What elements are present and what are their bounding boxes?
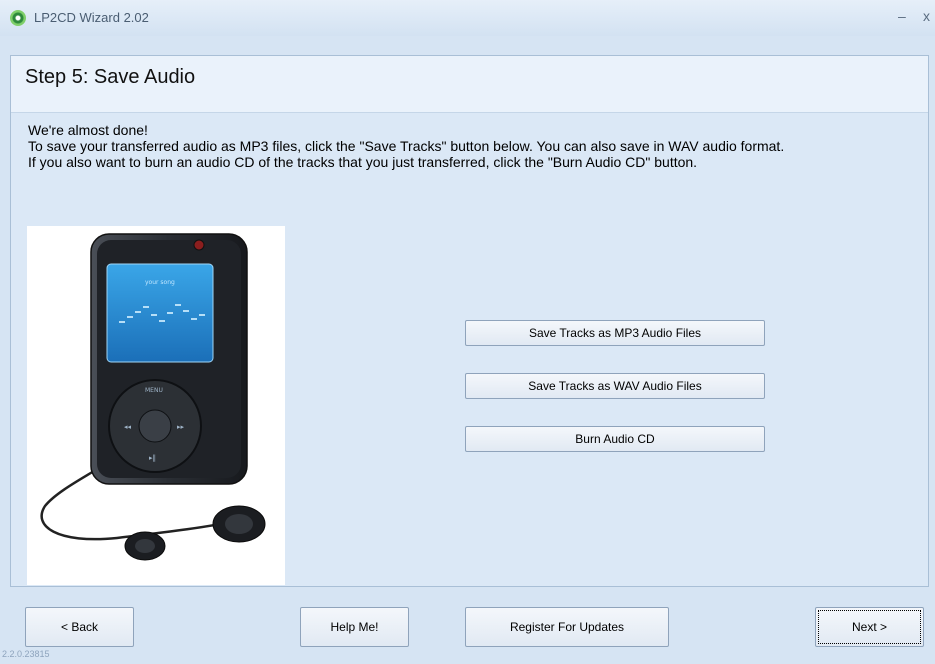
version-label: 2.2.0.23815	[2, 649, 50, 659]
instruction-line: We're almost done!	[28, 122, 148, 138]
burn-cd-button[interactable]: Burn Audio CD	[465, 426, 765, 452]
register-button[interactable]: Register For Updates	[465, 607, 669, 647]
step-title: Step 5: Save Audio	[25, 66, 196, 88]
save-mp3-button[interactable]: Save Tracks as MP3 Audio Files	[465, 320, 765, 346]
screen-text: your song	[145, 279, 175, 286]
wheel-label: MENU	[145, 387, 163, 394]
instructions: We're almost done! To save your transfer…	[28, 122, 908, 170]
app-icon	[10, 10, 26, 26]
window-title: LP2CD Wizard 2.02	[34, 10, 149, 25]
save-wav-button[interactable]: Save Tracks as WAV Audio Files	[465, 373, 765, 399]
instruction-line: To save your transferred audio as MP3 fi…	[28, 138, 785, 154]
back-button[interactable]: < Back	[25, 607, 134, 647]
title-bar: LP2CD Wizard 2.02 – x	[0, 0, 935, 36]
next-button[interactable]: Next >	[815, 607, 924, 647]
svg-text:▸▸: ▸▸	[177, 423, 185, 431]
svg-text:◂◂: ◂◂	[124, 423, 132, 431]
instruction-line: If you also want to burn an audio CD of …	[28, 154, 698, 170]
help-button[interactable]: Help Me!	[300, 607, 409, 647]
close-button[interactable]: x	[923, 8, 930, 24]
svg-text:▸‖: ▸‖	[149, 454, 156, 462]
mp3-player-image: your song MENU ◂◂ ▸▸ ▸‖	[40, 233, 266, 561]
mp3-player-illustration: your song MENU ◂◂ ▸▸ ▸‖	[27, 226, 285, 585]
minimize-button[interactable]: –	[898, 8, 906, 24]
step-header: Step 5: Save Audio	[11, 56, 928, 113]
